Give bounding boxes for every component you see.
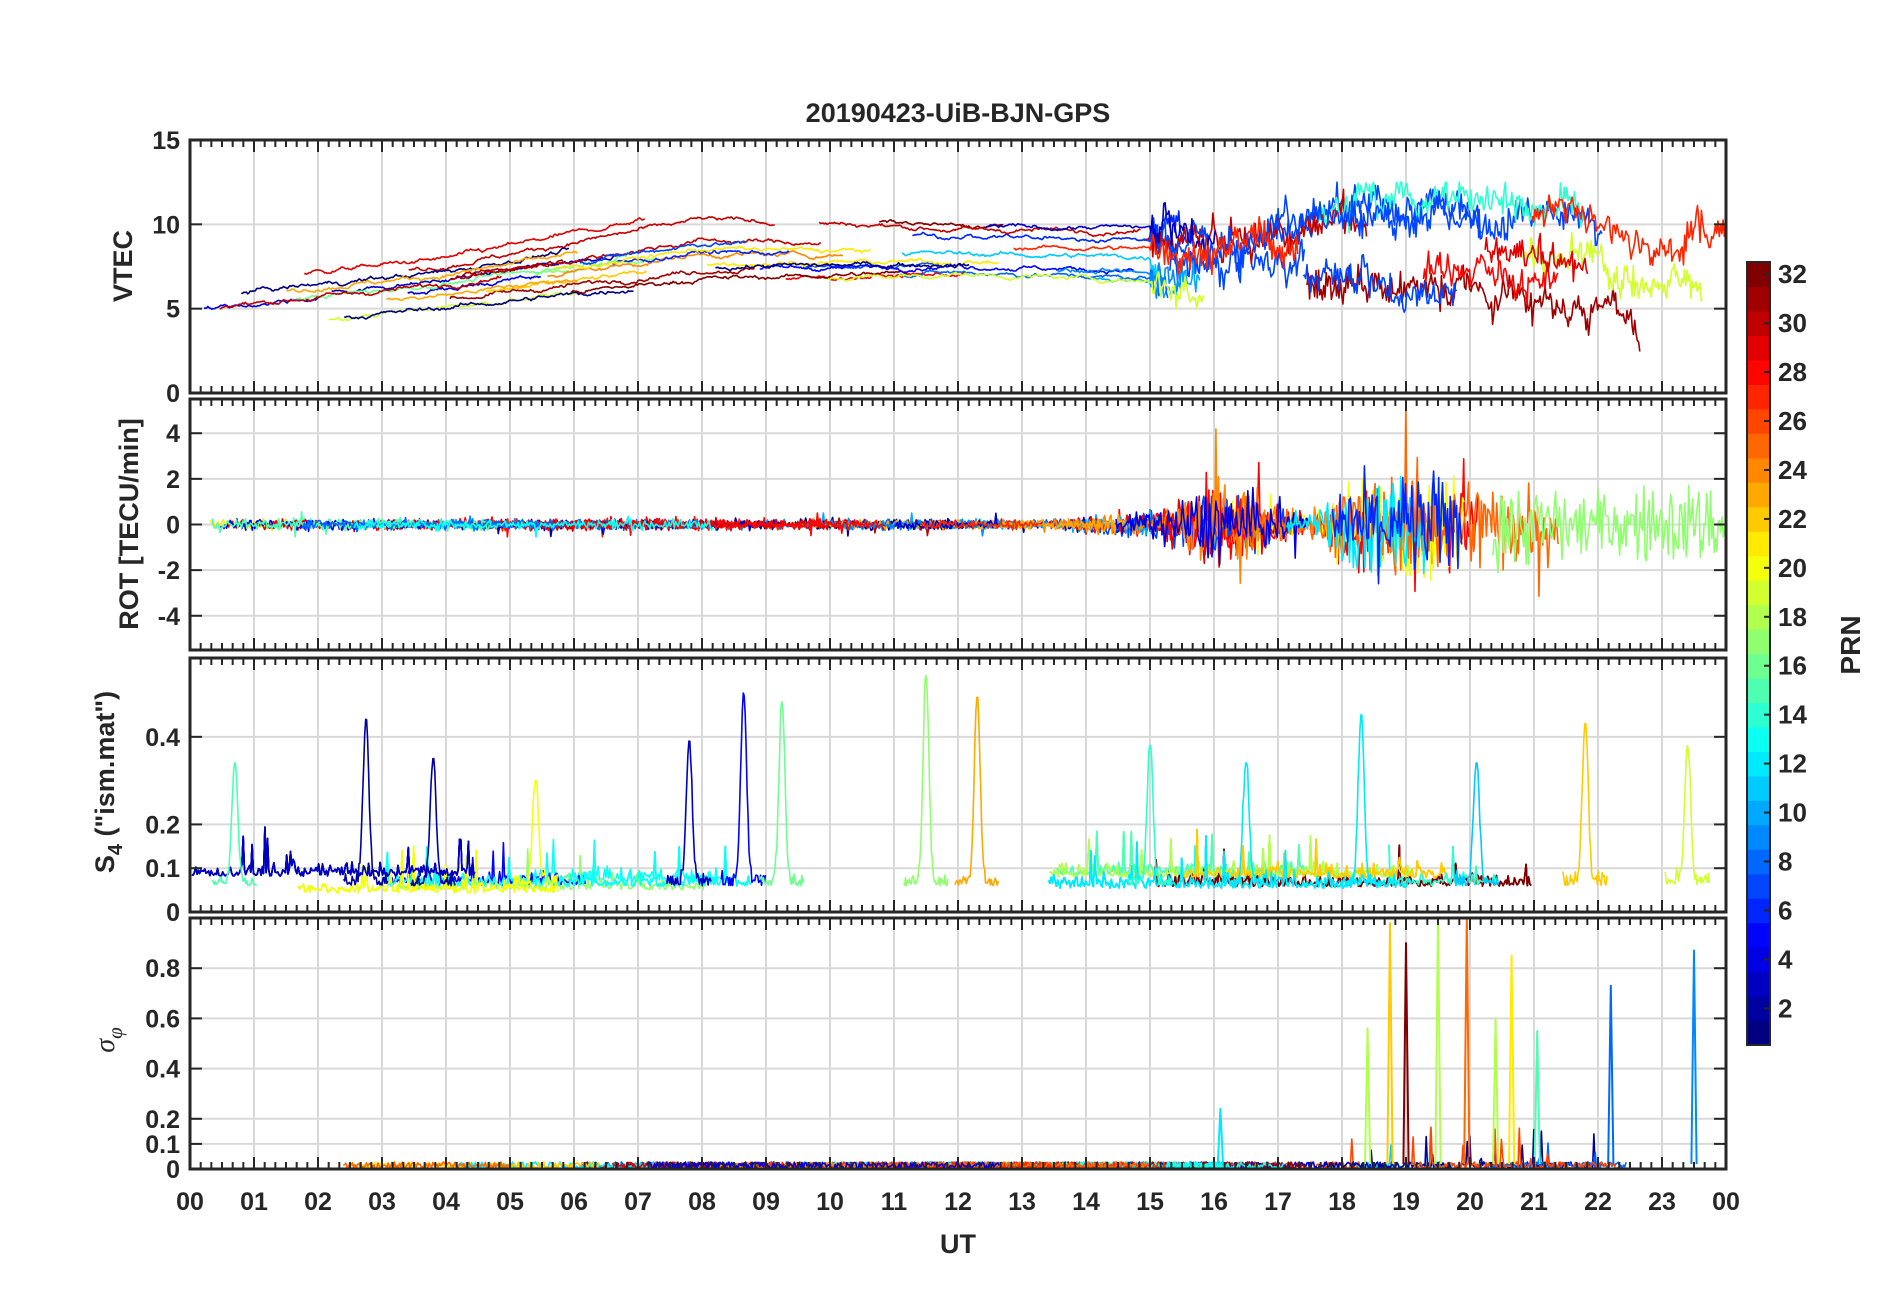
colorbar-bands bbox=[1746, 261, 1771, 1046]
vtec-ylabel: VTEC bbox=[108, 230, 138, 302]
colorbar-band bbox=[1747, 580, 1770, 606]
x-tick-label: 04 bbox=[432, 1188, 460, 1216]
vtec-y-tick-label: 0 bbox=[166, 380, 180, 408]
colorbar-tick-label: 16 bbox=[1778, 651, 1807, 681]
x-tick-label: 21 bbox=[1520, 1188, 1548, 1216]
colorbar-tick-label: 12 bbox=[1778, 749, 1807, 779]
colorbar-band bbox=[1747, 531, 1770, 557]
colorbar-tick-label: 22 bbox=[1778, 504, 1807, 534]
colorbar-band bbox=[1747, 824, 1770, 850]
colorbar-tick-label: 28 bbox=[1778, 357, 1807, 387]
colorbar-tick-label: 24 bbox=[1778, 455, 1807, 485]
colorbar-band bbox=[1747, 1020, 1770, 1046]
x-tick-label: 13 bbox=[1008, 1188, 1036, 1216]
rot-y-tick-label: 4 bbox=[166, 420, 180, 448]
colorbar-tick-label: 10 bbox=[1778, 798, 1807, 828]
sigma-phi-y-tick-label: 0.2 bbox=[145, 1106, 180, 1134]
colorbar-band bbox=[1747, 335, 1770, 361]
rot-y-tick-label: -4 bbox=[158, 603, 180, 631]
x-tick-label: 10 bbox=[816, 1188, 844, 1216]
vtec-grid bbox=[190, 140, 1726, 393]
x-tick-label: 01 bbox=[240, 1188, 268, 1216]
colorbar-band bbox=[1747, 775, 1770, 801]
x-tick-label: 12 bbox=[944, 1188, 972, 1216]
vtec-panel: 0 5 10 15 VTEC bbox=[108, 127, 1728, 408]
colorbar-tick-label: 30 bbox=[1778, 308, 1807, 338]
sigma-phi-ylabel-sub: φ bbox=[103, 1027, 127, 1039]
x-tick-label: 06 bbox=[560, 1188, 588, 1216]
x-tick-labels: 00 01 02 03 04 05 06 07 08 09 10 11 12 13 14 15 16 17 18 19… bbox=[176, 1188, 1740, 1216]
sigma-phi-y-tick-label: 0 bbox=[166, 1156, 180, 1184]
s4-ylabel: S4 ("ism.mat") bbox=[90, 691, 127, 873]
colorbar-band bbox=[1747, 726, 1770, 752]
rot-y-tick-label: 0 bbox=[166, 512, 180, 540]
colorbar-band bbox=[1747, 677, 1770, 704]
figure: 20190423-UiB-BJN-GPS 051015 VTEC -4-2024… bbox=[90, 98, 1866, 1259]
s4-y-tick-label: 0 bbox=[166, 899, 180, 927]
colorbar-band bbox=[1747, 873, 1770, 899]
sigma-phi-y-tick-label: 0.1 bbox=[145, 1131, 180, 1159]
rot-ylabel: ROT [TECU/min] bbox=[114, 418, 144, 629]
colorbar-band bbox=[1747, 971, 1770, 997]
colorbar-tick-label: 20 bbox=[1778, 553, 1807, 583]
sigma-phi-ylabel-main: σ bbox=[90, 1038, 121, 1053]
x-tick-label: 16 bbox=[1200, 1188, 1228, 1216]
vtec-y-tick-label: 10 bbox=[152, 211, 180, 239]
x-tick-label: 00 bbox=[1712, 1188, 1740, 1216]
colorbar: 2468101214161820222426283032 PRN bbox=[1746, 259, 1866, 1046]
colorbar-band bbox=[1747, 629, 1770, 655]
rot-y-tick-label: 2 bbox=[166, 466, 180, 494]
colorbar-tick-label: 26 bbox=[1778, 406, 1807, 436]
vtec-y-tick-label: 5 bbox=[166, 296, 180, 324]
x-tick-label: 03 bbox=[368, 1188, 396, 1216]
sigma-phi-y-tick-label: 0.8 bbox=[145, 955, 180, 983]
x-tick-label: 08 bbox=[688, 1188, 716, 1216]
colorbar-tick-label: 2 bbox=[1778, 993, 1792, 1023]
colorbar-label: PRN bbox=[1835, 615, 1866, 674]
x-tick-label: 14 bbox=[1072, 1188, 1100, 1216]
colorbar-tick-label: 18 bbox=[1778, 602, 1807, 632]
vtec-y-tick-label: 15 bbox=[152, 127, 180, 155]
sigma-phi-y-tick-label: 0.4 bbox=[145, 1056, 180, 1084]
colorbar-tick-label: 8 bbox=[1778, 846, 1792, 876]
colorbar-tick-label: 6 bbox=[1778, 895, 1792, 925]
colorbar-band bbox=[1747, 286, 1770, 312]
s4-panel: 0 0.1 0.2 0.4 S4 ("ism.mat") bbox=[90, 656, 1728, 927]
rot-y-tick-label: -2 bbox=[158, 557, 180, 585]
x-tick-label: 23 bbox=[1648, 1188, 1676, 1216]
colorbar-band bbox=[1747, 433, 1770, 459]
s4-y-tick-label: 0.1 bbox=[145, 855, 180, 883]
colorbar-band bbox=[1747, 384, 1770, 410]
x-tick-label: 05 bbox=[496, 1188, 524, 1216]
sigma-phi-y-tick-label: 0.6 bbox=[145, 1005, 180, 1033]
x-tick-label: 00 bbox=[176, 1188, 204, 1216]
s4-ylabel-rest: ("ism.mat") bbox=[90, 691, 120, 844]
s4-y-tick-label: 0.4 bbox=[145, 724, 180, 752]
x-tick-label: 15 bbox=[1136, 1188, 1164, 1216]
x-tick-label: 18 bbox=[1328, 1188, 1356, 1216]
sigma-phi-ylabel: σφ bbox=[90, 1027, 127, 1053]
s4-ylabel-main: S bbox=[90, 855, 120, 873]
x-tick-label: 20 bbox=[1456, 1188, 1484, 1216]
chart-title: 20190423-UiB-BJN-GPS bbox=[806, 98, 1111, 128]
x-tick-label: 07 bbox=[624, 1188, 652, 1216]
sigma-phi-panel: 00.10.2 0.4 0.6 0.8 σφ bbox=[90, 916, 1728, 1184]
rot-panel: -4 -2 0 2 4 ROT [TECU/min] bbox=[114, 397, 1728, 652]
s4-y-tick-label: 0.2 bbox=[145, 811, 180, 839]
x-axis-label: UT bbox=[940, 1229, 976, 1259]
colorbar-tick-label: 14 bbox=[1778, 700, 1807, 730]
colorbar-tick-label: 4 bbox=[1778, 944, 1793, 974]
x-tick-label: 02 bbox=[304, 1188, 332, 1216]
colorbar-band bbox=[1747, 922, 1770, 948]
x-tick-label: 19 bbox=[1392, 1188, 1420, 1216]
colorbar-band bbox=[1747, 482, 1770, 508]
x-tick-label: 09 bbox=[752, 1188, 780, 1216]
x-tick-label: 11 bbox=[881, 1188, 908, 1216]
x-tick-label: 17 bbox=[1264, 1188, 1292, 1216]
colorbar-tick-label: 32 bbox=[1778, 259, 1807, 289]
x-tick-label: 22 bbox=[1584, 1188, 1612, 1216]
